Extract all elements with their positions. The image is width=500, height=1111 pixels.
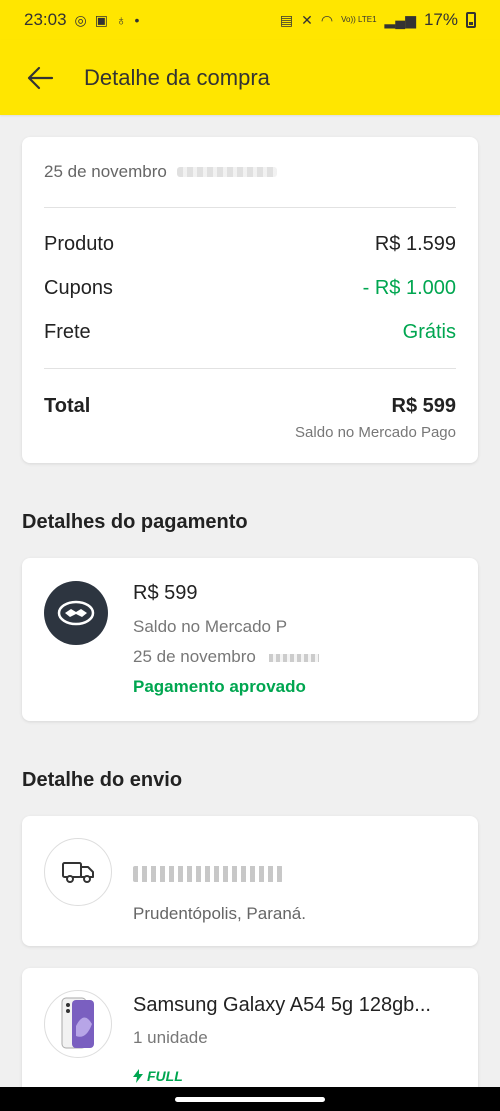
- summary-row-shipping: Frete Grátis: [44, 310, 456, 354]
- total-label: Total: [44, 395, 91, 417]
- shipping-section-title: Detalhe do envio: [22, 769, 183, 791]
- status-time: 23:03: [24, 10, 67, 29]
- total-payment-method: Saldo no Mercado Pago: [295, 424, 456, 441]
- row-label: Cupons: [44, 276, 113, 299]
- row-value: - R$ 1.000: [362, 276, 456, 299]
- payment-amount: R$ 599: [133, 582, 198, 604]
- payment-section-title: Detalhes do pagamento: [22, 511, 248, 533]
- sim-icon: ▤: [279, 12, 294, 28]
- product-title: Samsung Galaxy A54 5g 128gb...: [133, 994, 431, 1016]
- summary-row-product: Produto R$ 1.599: [44, 222, 456, 266]
- outlook-icon: ▣: [94, 12, 108, 28]
- redacted-time: [268, 653, 319, 662]
- mute-icon: ✕: [301, 12, 313, 28]
- purchase-date: 25 de novembro: [44, 162, 167, 181]
- redacted-address: [133, 866, 283, 882]
- product-quantity: 1 unidade: [133, 1028, 208, 1047]
- app-bar: Detalhe da compra: [0, 40, 500, 115]
- phone-image-icon: [61, 997, 94, 1049]
- row-label: Frete: [44, 320, 91, 343]
- back-button[interactable]: [24, 62, 56, 94]
- status-bar: 23:03 ◎ ▣ ♁ • ▤ ✕ ◠ Vo)) LTE1 ▂▄▆ 17%: [0, 0, 500, 40]
- purchase-date-row: 25 de novembro: [44, 137, 456, 207]
- payment-avatar: [44, 581, 108, 645]
- summary-row-coupons: Cupons - R$ 1.000: [44, 266, 456, 310]
- divider: [44, 207, 456, 208]
- payment-method: Saldo no Mercado P: [133, 617, 288, 636]
- payment-status: Pagamento aprovado: [133, 677, 306, 696]
- row-value: R$ 1.599: [374, 232, 456, 255]
- dot-icon: •: [134, 12, 140, 28]
- app-notification-icon: ♁: [116, 12, 127, 28]
- redacted-time: [176, 167, 277, 177]
- shipping-city: Prudentópolis, Paraná.: [133, 904, 306, 923]
- page-title: Detalhe da compra: [84, 64, 270, 90]
- purchase-summary-card: 25 de novembro Produto R$ 1.599 Cupons -…: [22, 137, 478, 463]
- home-gesture-handle[interactable]: [175, 1096, 325, 1102]
- shipping-card[interactable]: Prudentópolis, Paraná.: [22, 816, 478, 946]
- network-label: Vo)) LTE1: [341, 15, 377, 24]
- payment-details: R$ 599 Saldo no Mercado P 25 de novembro…: [133, 582, 319, 697]
- battery-icon: [466, 12, 476, 28]
- handshake-icon: [57, 600, 95, 626]
- signal-icon: ▂▄▆: [384, 12, 416, 28]
- truck-avatar: [44, 838, 112, 906]
- payment-date-row: 25 de novembro: [133, 647, 319, 667]
- battery-percent: 17%: [423, 10, 458, 29]
- arrow-left-icon: [27, 66, 54, 89]
- badge-label: FULL: [147, 1068, 183, 1084]
- payment-date: 25 de novembro: [133, 647, 256, 666]
- row-value: Grátis: [402, 320, 456, 343]
- full-shipping-badge: FULL: [133, 1068, 183, 1084]
- product-image: [44, 990, 112, 1058]
- total-row: Total R$ 599: [44, 395, 456, 418]
- truck-icon: [62, 862, 94, 883]
- row-label: Produto: [44, 232, 115, 255]
- divider: [44, 368, 456, 369]
- lightning-icon: [133, 1069, 143, 1083]
- payment-card[interactable]: R$ 599 Saldo no Mercado P 25 de novembro…: [22, 558, 478, 721]
- total-value: R$ 599: [391, 395, 457, 417]
- system-navigation-bar: [0, 1087, 500, 1111]
- whatsapp-icon: ◎: [74, 12, 87, 28]
- wifi-icon: ◠: [320, 12, 334, 28]
